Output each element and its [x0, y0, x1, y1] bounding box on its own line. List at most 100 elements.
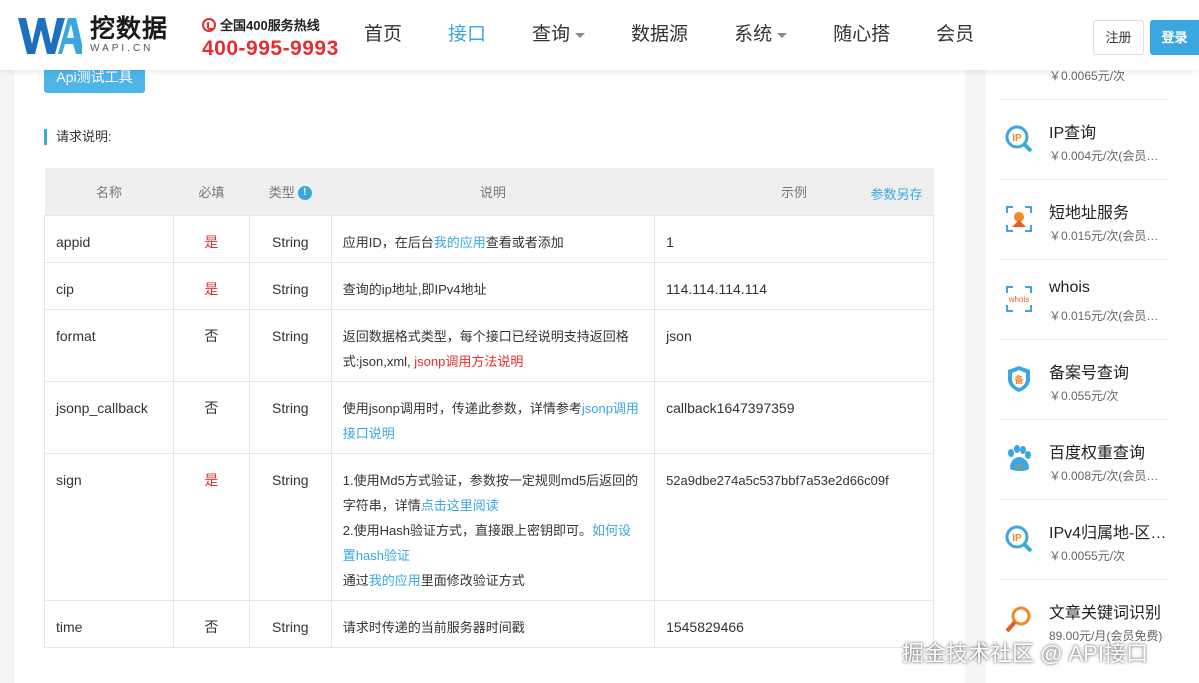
param-desc: 应用ID，在后台我的应用查看或者添加	[330, 214, 656, 263]
param-name: format	[44, 308, 174, 382]
api-name: 百度权重查询	[1049, 445, 1146, 462]
api-name: 文章关键词识别	[1049, 605, 1162, 622]
api-price: ￥0.004元/次(会员…	[1049, 149, 1159, 163]
nav-datasource[interactable]: 数据源	[631, 0, 688, 70]
param-desc: 返回数据格式类型，每个接口已经说明支持返回格式:json,xml, jsonp调…	[330, 308, 656, 382]
whois-icon: whois	[1006, 286, 1032, 312]
param-name: jsonp_callback	[44, 380, 174, 454]
svg-text:du: du	[1015, 464, 1023, 471]
main-nav: 首页 接口 查询 数据源 系统 随心搭 会员	[364, 0, 1020, 70]
login-button[interactable]: 登录	[1150, 20, 1199, 55]
param-name: cip	[44, 261, 174, 310]
api-name: 短地址服务	[1049, 205, 1130, 222]
svg-text:IP: IP	[1012, 533, 1022, 544]
col-header-type: 类型!	[249, 168, 332, 215]
nav-system[interactable]: 系统	[734, 0, 788, 70]
param-type: String	[248, 452, 332, 601]
logo-subtitle: WAPI.CN	[90, 43, 154, 54]
param-name: sign	[44, 452, 174, 601]
col-header-example: 示例 参数另存	[654, 168, 934, 215]
col-header-desc: 说明	[331, 168, 655, 215]
api-name: 备案号查询	[1049, 365, 1130, 382]
watermark: 掘金技术社区 @ API接口	[902, 641, 1149, 666]
nav-suixinda[interactable]: 随心搭	[833, 0, 890, 70]
api-price: ￥0.0055元/次	[1049, 549, 1126, 563]
col-header-required: 必填	[173, 168, 250, 215]
sidebar-api-item[interactable]: IP IPv4归属地-区… ￥0.0055元/次	[1000, 500, 1168, 580]
register-button[interactable]: 注册	[1093, 20, 1144, 55]
chevron-down-icon	[777, 33, 788, 38]
param-example: callback1647397359	[654, 380, 934, 454]
logo-title: 挖数据	[90, 15, 169, 43]
param-required: 否	[172, 308, 250, 382]
nav-api[interactable]: 接口	[448, 0, 486, 70]
table-row: time 否 String 请求时传递的当前服务器时间戳 1545829466	[44, 599, 934, 648]
keyword-search-icon	[1005, 606, 1031, 633]
param-type: String	[248, 599, 332, 648]
param-required: 否	[172, 599, 250, 648]
param-name: appid	[44, 214, 174, 263]
sidebar-api-item[interactable]: du 百度权重查询 ￥0.008元/次(会员…	[1000, 420, 1168, 500]
top-header: 挖数据 WAPI.CN 全国400服务热线 400-995-9993 首页 接口…	[0, 0, 1199, 70]
table-row: format 否 String 返回数据格式类型，每个接口已经说明支持返回格式:…	[44, 308, 934, 382]
api-price: ￥0.015元/次(会员…	[1049, 229, 1159, 243]
param-required: 是	[172, 261, 250, 310]
phone-icon	[202, 17, 216, 32]
param-desc: 使用jsonp调用时，传递此参数，详情参考jsonp调用接口说明	[330, 380, 656, 454]
related-apis-sidebar: ￥0.0065元/次 IP IP查询 ￥0.004元/次(会员… 短地址服务 ￥…	[986, 62, 1199, 683]
table-row: cip 是 String 查询的ip地址,即IPv4地址 114.114.114…	[44, 261, 934, 310]
sidebar-api-item[interactable]: IP IP查询 ￥0.004元/次(会员…	[1000, 100, 1168, 180]
short-url-icon	[1006, 206, 1032, 232]
param-type: String	[248, 261, 332, 310]
param-desc: 查询的ip地址,即IPv4地址	[330, 261, 656, 310]
api-price: ￥0.055元/次	[1049, 389, 1119, 403]
site-logo[interactable]: 挖数据 WAPI.CN	[18, 14, 168, 56]
param-type: String	[248, 308, 332, 382]
hotline: 全国400服务热线 400-995-9993	[202, 15, 339, 61]
param-example: 1	[654, 214, 934, 263]
param-example: json	[654, 308, 934, 382]
my-app-link[interactable]: 我的应用	[369, 573, 421, 588]
my-app-link[interactable]: 我的应用	[434, 235, 486, 250]
hotline-number: 400-995-9993	[202, 37, 339, 60]
param-type: String	[248, 214, 332, 263]
nav-home[interactable]: 首页	[364, 0, 402, 70]
ip-search-icon: IP	[1005, 525, 1033, 553]
table-row: appid 是 String 应用ID，在后台我的应用查看或者添加 1	[44, 214, 934, 263]
api-name: IP查询	[1049, 125, 1097, 142]
read-here-link[interactable]: 点击这里阅读	[421, 498, 499, 513]
nav-member[interactable]: 会员	[936, 0, 974, 70]
param-example: 114.114.114.114	[654, 261, 934, 310]
param-desc: 请求时传递的当前服务器时间戳	[330, 599, 656, 648]
api-name: whois	[1049, 279, 1090, 296]
nav-query[interactable]: 查询	[532, 0, 586, 70]
main-content: Api测试工具 请求说明: 名称 必填 类型! 说明 示例 参数另存 appid…	[14, 64, 965, 683]
api-price: ￥0.015元/次(会员…	[1049, 309, 1159, 323]
table-row: jsonp_callback 否 String 使用jsonp调用时，传递此参数…	[44, 380, 934, 454]
save-params-link[interactable]: 参数另存	[870, 184, 922, 203]
param-required: 是	[172, 452, 250, 601]
wa-logo-icon	[18, 18, 82, 54]
param-name: time	[44, 599, 174, 648]
chevron-down-icon	[575, 33, 586, 38]
sidebar-api-item[interactable]: whois whois ￥0.015元/次(会员…	[1000, 260, 1168, 340]
param-type: String	[248, 380, 332, 454]
param-example: 1545829466	[654, 599, 934, 648]
info-icon[interactable]: !	[297, 185, 312, 200]
table-row: sign 是 String 1.使用Md5方式验证，参数按一定规则md5后返回的…	[44, 452, 934, 601]
param-example: 52a9dbe274a5c537bbf7a53e2d66c09f	[654, 452, 934, 601]
api-price: ￥0.008元/次(会员…	[1049, 469, 1159, 483]
section-title: 请求说明:	[44, 129, 112, 145]
jsonp-method-link[interactable]: jsonp调用方法说明	[414, 354, 523, 369]
sidebar-api-item[interactable]: 备 备案号查询 ￥0.055元/次	[1000, 340, 1168, 420]
ip-search-icon: IP	[1005, 125, 1033, 153]
api-name: IPv4归属地-区…	[1049, 525, 1167, 542]
sidebar-api-item[interactable]: 短地址服务 ￥0.015元/次(会员…	[1000, 180, 1168, 260]
param-required: 否	[172, 380, 250, 454]
beian-shield-icon: 备	[1008, 366, 1030, 392]
hotline-label: 全国400服务热线	[220, 18, 320, 33]
baidu-paw-icon: du	[1008, 445, 1031, 471]
table-header-row: 名称 必填 类型! 说明 示例 参数另存	[44, 168, 934, 215]
param-required: 是	[172, 214, 250, 263]
col-header-name: 名称	[44, 168, 174, 215]
